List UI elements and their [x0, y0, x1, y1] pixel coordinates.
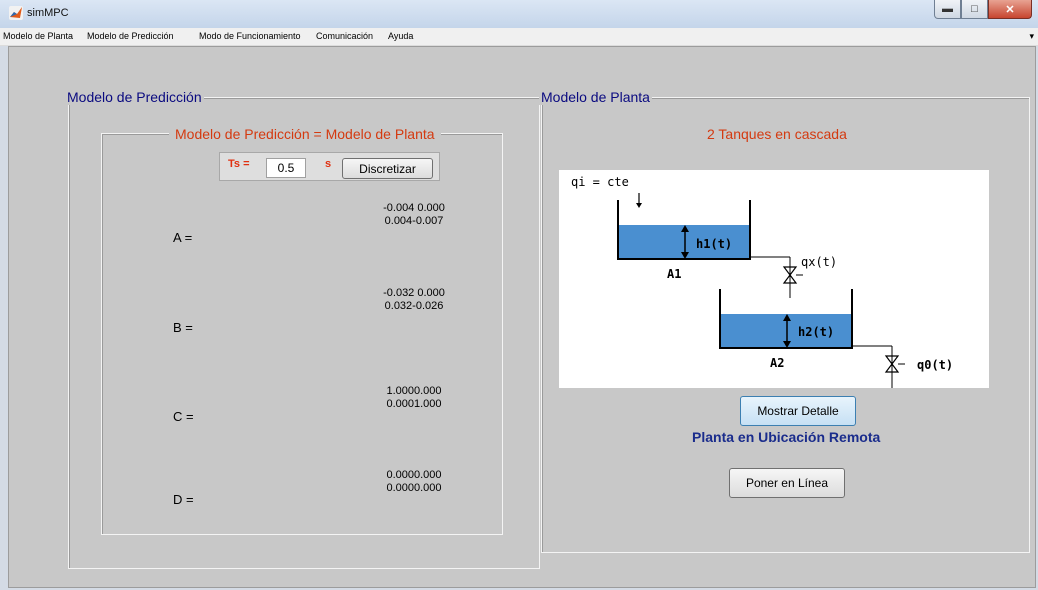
inflow-arrow-head	[636, 203, 642, 208]
matrix-c-label: C =	[173, 409, 194, 424]
tank-diagram: qi = cte h1(t) A1 qx(t) h2(t) A2 q0(t)	[559, 170, 989, 388]
matrix-a-row1: -0.004 0.000	[383, 202, 445, 214]
matrix-d-label: D =	[173, 492, 194, 507]
window-title: simMPC	[27, 7, 69, 19]
app-window: simMPC ▬ □ ✕ Modelo de Planta Modelo de …	[0, 0, 1038, 590]
menu-ayuda[interactable]: Ayuda	[388, 31, 413, 41]
matrix-c-row1: 1.0000.000	[386, 385, 442, 397]
matrix-a-row2: 0.004-0.007	[384, 215, 444, 227]
online-button[interactable]: Poner en Línea	[729, 468, 845, 498]
matlab-icon	[9, 6, 23, 20]
q0-label: q0(t)	[917, 358, 953, 372]
ts-input[interactable]	[266, 158, 306, 178]
a1-label: A1	[667, 267, 681, 281]
matrix-b-row1: -0.032 0.000	[383, 287, 445, 299]
matrix-d-row2: 0.0000.000	[386, 482, 442, 494]
ts-unit: s	[325, 158, 332, 170]
show-detail-button[interactable]: Mostrar Detalle	[740, 396, 856, 426]
matrix-a-label: A =	[173, 230, 193, 245]
ts-label: Ts =	[228, 158, 250, 170]
prediction-subtitle: Modelo de Predicción = Modelo de Planta	[169, 126, 441, 142]
menu-comunicacion[interactable]: Comunicación	[316, 31, 373, 41]
h1-label: h1(t)	[696, 237, 732, 251]
title-bar: simMPC ▬ □ ✕	[0, 0, 1038, 28]
close-icon: ✕	[1005, 3, 1015, 16]
discretize-button[interactable]: Discretizar	[342, 158, 433, 179]
qx-label: qx(t)	[801, 255, 837, 269]
matrix-c-row2: 0.0001.000	[386, 398, 442, 410]
window-controls: ▬ □ ✕	[934, 0, 1032, 20]
plant-panel-title: Modelo de Planta	[539, 89, 652, 105]
menu-modelo-de-planta[interactable]: Modelo de Planta	[3, 31, 73, 41]
qi-label: qi = cte	[571, 175, 629, 189]
maximize-icon: □	[971, 3, 978, 15]
close-button[interactable]: ✕	[988, 0, 1032, 19]
a2-label: A2	[770, 356, 784, 370]
h2-label: h2(t)	[798, 325, 834, 339]
menu-modelo-de-prediccion[interactable]: Modelo de Predicción	[87, 31, 174, 41]
matrix-d-values: 0.0000.000 0.0000.000	[359, 469, 469, 495]
maximize-button[interactable]: □	[961, 0, 988, 19]
prediction-panel-title: Modelo de Predicción	[65, 89, 204, 105]
minimize-icon: ▬	[942, 3, 953, 15]
plant-name: 2 Tanques en cascada	[707, 126, 847, 142]
remote-status: Planta en Ubicación Remota	[692, 429, 881, 445]
minimize-button[interactable]: ▬	[934, 0, 961, 19]
matrix-a-values: -0.004 0.000 0.004-0.007	[359, 202, 469, 228]
matrix-b-label: B =	[173, 320, 193, 335]
tank-diagram-svg: qi = cte h1(t) A1 qx(t) h2(t) A2 q0(t)	[571, 175, 953, 388]
matrix-c-values: 1.0000.000 0.0001.000	[359, 385, 469, 411]
menu-overflow-icon[interactable]: ▾	[1029, 31, 1034, 42]
matrix-b-row2: 0.032-0.026	[384, 300, 444, 312]
matrix-b-values: -0.032 0.000 0.032-0.026	[359, 287, 469, 313]
matrix-d-row1: 0.0000.000	[386, 469, 442, 481]
menu-modo-de-funcionamiento[interactable]: Modo de Funcionamiento	[199, 31, 301, 41]
menu-bar: Modelo de Planta Modelo de Predicción Mo…	[0, 28, 1038, 46]
figure-area: Modelo de Predicción Modelo de Predicció…	[8, 46, 1036, 588]
